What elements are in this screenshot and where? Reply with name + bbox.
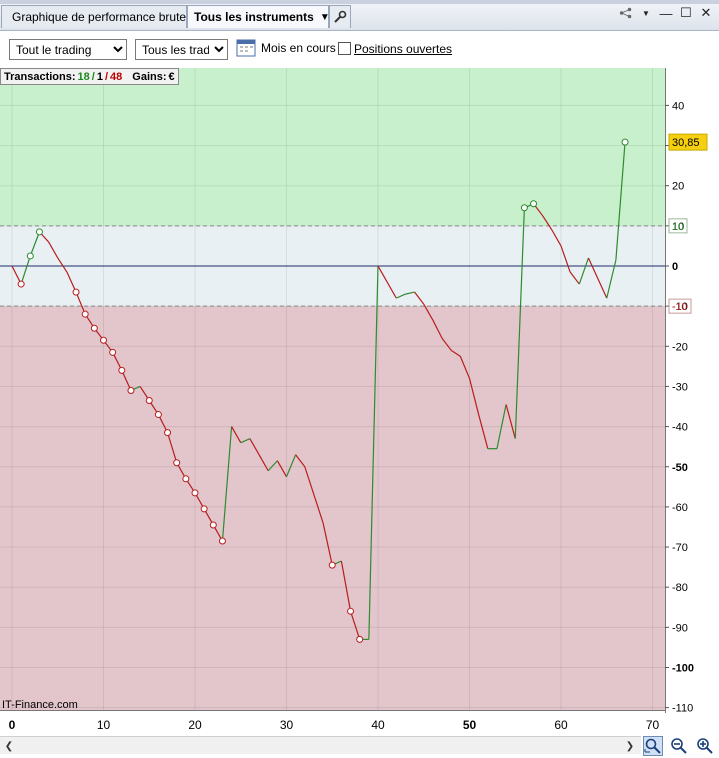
y-tick-label: 0 — [672, 261, 678, 273]
y-tick-label: -100 — [672, 663, 694, 675]
clipped-toolbar-strip — [0, 0, 719, 4]
y-tick-label: 40 — [672, 100, 684, 112]
horizontal-scrollbar[interactable]: ❮ ❯ — [0, 736, 641, 754]
trade-marker — [109, 348, 117, 356]
trade-marker — [328, 561, 336, 569]
transactions-label: Transactions: — [4, 70, 76, 83]
trade-marker — [26, 252, 34, 260]
settings-wrench-button[interactable] — [329, 5, 351, 28]
minimize-icon[interactable]: — — [659, 6, 673, 21]
tab-performance-chart[interactable]: Graphique de performance brute — [1, 5, 187, 28]
trade-marker — [35, 228, 43, 236]
filter-toolbar: Tout le trading Tous les trades Mois en … — [0, 31, 719, 66]
trade-marker — [530, 200, 538, 208]
x-tick-label: 0 — [9, 718, 16, 732]
x-tick-label: 10 — [97, 718, 111, 732]
zoom-in-icon[interactable] — [695, 736, 715, 756]
y-tick-label: -60 — [672, 502, 688, 514]
watermark-credit: IT-Finance.com — [2, 699, 78, 711]
separator-2: / — [104, 70, 109, 83]
y-tick-label: -70 — [672, 542, 688, 554]
x-tick-label: 40 — [371, 718, 385, 732]
zoom-fit-icon[interactable] — [643, 736, 663, 756]
trade-marker — [145, 397, 153, 405]
x-tick-label: 30 — [280, 718, 294, 732]
y-tick-label: -30 — [672, 381, 688, 393]
instruments-dropdown[interactable]: Tous les instruments ▼ — [187, 5, 330, 28]
performance-chart[interactable]: 40 20 10 0 -10 -20 -30 -40 -50 -60 -70 -80 -90 -100 -1… — [0, 68, 719, 734]
transactions-summary: Transactions: 18 / 1 / 48 Gains: € — [0, 68, 179, 85]
trade-marker — [347, 607, 355, 615]
wrench-icon — [334, 10, 347, 23]
trade-marker — [209, 521, 217, 529]
y-tick-label: -50 — [672, 462, 688, 474]
trading-scope-select[interactable]: Tout le trading — [9, 39, 127, 60]
gains-label: Gains: — [132, 70, 167, 83]
x-tick-label: 70 — [646, 718, 660, 732]
window-controls: ▼ — ☐ ✕ — [619, 5, 713, 21]
trade-marker — [173, 459, 181, 467]
maximize-icon[interactable]: ☐ — [679, 5, 693, 20]
losing-trades-count: 48 — [110, 70, 123, 83]
trade-marker — [118, 366, 126, 374]
trade-marker — [164, 429, 172, 437]
scroll-left-arrow-icon[interactable]: ❮ — [2, 739, 16, 753]
trade-marker — [200, 505, 208, 513]
x-tick-label: 20 — [188, 718, 202, 732]
upper-band-label: 10 — [672, 221, 684, 233]
separator-1: / — [91, 70, 95, 83]
lower-band-label: -10 — [672, 301, 687, 313]
trade-marker — [182, 475, 190, 483]
open-positions-checkbox[interactable] — [338, 42, 351, 55]
current-month-label[interactable]: Mois en cours — [261, 41, 336, 55]
trade-marker — [17, 280, 25, 288]
x-tick-label: 50 — [463, 718, 477, 732]
trade-marker — [191, 489, 199, 497]
scroll-right-arrow-icon[interactable]: ❯ — [623, 739, 637, 753]
y-tick-label: -20 — [672, 341, 688, 353]
y-tick-label: -80 — [672, 582, 688, 594]
instruments-label: Tous les instruments — [194, 10, 314, 24]
open-positions-label[interactable]: Positions ouvertes — [354, 42, 452, 56]
last-value-label: 30,85 — [672, 137, 700, 149]
trade-marker — [356, 635, 364, 643]
gains-unit: € — [168, 70, 175, 83]
chevron-down-small-icon[interactable]: ▼ — [639, 6, 653, 20]
trade-marker — [127, 386, 135, 394]
y-tick-label: -40 — [672, 422, 688, 434]
calendar-icon[interactable] — [236, 37, 256, 57]
tab-performance-label: Graphique de performance brute — [12, 10, 187, 24]
winning-trades-count: 18 — [77, 70, 90, 83]
trade-marker — [100, 336, 107, 344]
close-icon[interactable]: ✕ — [699, 5, 713, 20]
title-bar: Graphique de performance brute Tous les … — [0, 0, 719, 31]
y-tick-label: -90 — [672, 622, 688, 634]
y-tick-label: 20 — [672, 181, 684, 193]
x-tick-label: 60 — [554, 718, 568, 732]
trade-marker — [218, 537, 226, 545]
trade-marker — [621, 138, 629, 146]
neutral-trades-count: 1 — [96, 70, 103, 83]
share-icon[interactable] — [619, 6, 633, 20]
trades-filter-select[interactable]: Tous les trades — [135, 39, 228, 60]
trade-marker — [72, 288, 80, 296]
trade-marker — [520, 204, 528, 212]
chart-svg: 4020100-10-20-30-40-50-60-70-80-90-100-1… — [0, 68, 708, 732]
y-tick-label: -110 — [672, 703, 693, 715]
zoom-controls — [643, 736, 715, 756]
profit-zone — [0, 68, 665, 226]
zoom-out-icon[interactable] — [669, 736, 689, 756]
trade-marker — [81, 310, 89, 318]
loss-zone — [0, 306, 665, 710]
trade-marker — [90, 324, 98, 332]
trade-marker — [154, 411, 162, 419]
